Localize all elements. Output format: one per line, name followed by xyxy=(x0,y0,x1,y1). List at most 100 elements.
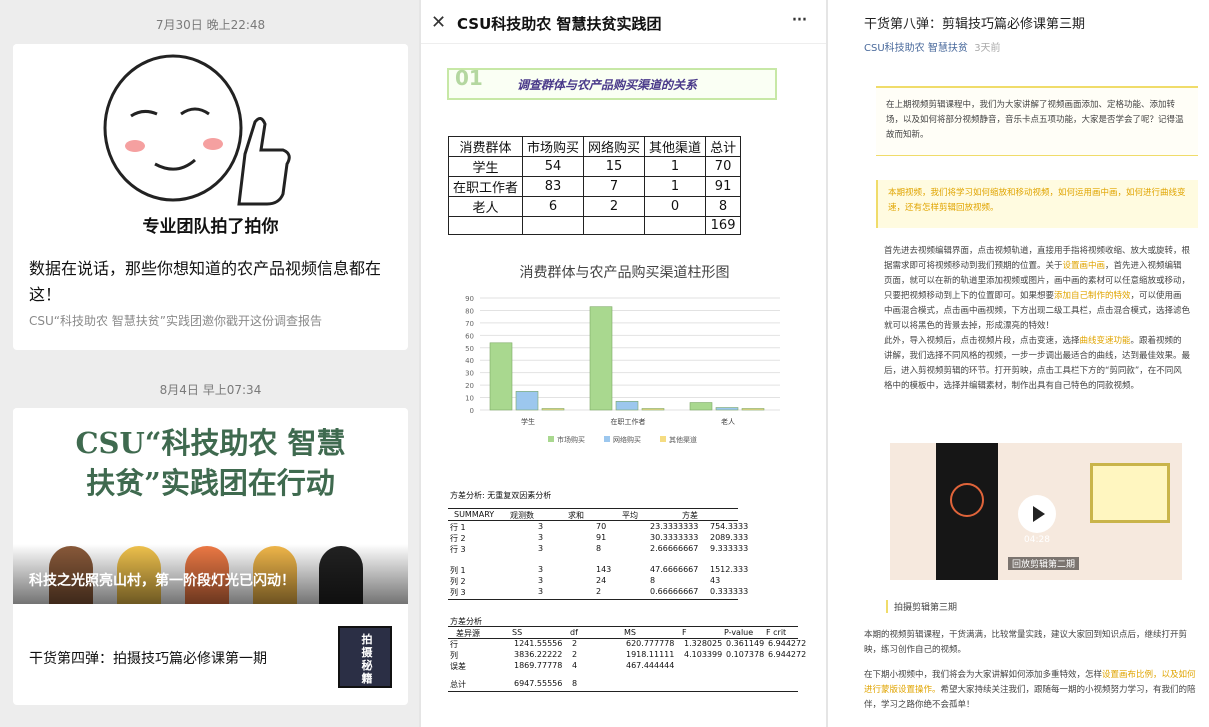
sheet-cell: 行 xyxy=(450,640,458,649)
sheet-cell: 3836.22222 xyxy=(514,650,563,659)
intro-box: 在上期视频剪辑课程中，我们为大家讲解了视频画面添加、定格功能、添加转场，以及如何… xyxy=(876,86,1198,156)
table-row: 169 xyxy=(447,216,742,235)
table-cell xyxy=(644,216,707,235)
sheet-cell: 2 xyxy=(572,650,578,659)
article-card-1[interactable]: 专业团队拍了拍你 数据在说话，那些你想知道的农产品视频信息都在这！ CSU“科技… xyxy=(13,44,408,350)
sheet-cell: 467.444444 xyxy=(626,661,675,670)
sheet-cell: 6947.55556 xyxy=(514,679,563,688)
table-cell: 169 xyxy=(705,216,742,235)
timestamp: 8月4日 早上07:34 xyxy=(159,383,262,397)
bar xyxy=(515,391,539,411)
sheet-cell: 2 xyxy=(572,639,578,648)
more-options-icon[interactable]: ··· xyxy=(791,8,808,33)
table-cell: 1 xyxy=(644,176,707,197)
sheet-cell: 23.3333333 xyxy=(650,522,699,531)
bar xyxy=(641,408,665,411)
article-meta: CSU科技助农 智慧扶贫 3天前 xyxy=(864,39,1001,54)
article-view-2: 干货第八弹：剪辑技巧篇必修课第三期 CSU科技助农 智慧扶贫 3天前 在上期视频… xyxy=(828,0,1209,727)
sheet-cell: 91 xyxy=(596,533,607,542)
table-header-row: 消费群体 市场购买 网络购买 其他渠道 总计 xyxy=(447,136,742,157)
paragraph-2: 此外，导入视频后，点击视频片段，点击变速，选择曲线变速功能。跟着视频的讲解，我们… xyxy=(884,334,1190,394)
article-list-item-title[interactable]: 干货第四弹：拍摄技巧篇必修课第一期 xyxy=(29,648,267,668)
chat-panel: 7月30日 晚上22:48 专业团队拍了拍你 数据在说话，那些你想知道的农产品视… xyxy=(0,0,421,727)
article-card-2[interactable]: CSU“科技助农 智慧 扶贫”实践团在行动 科技之光照亮山村，第一阶段灯光已闪动… xyxy=(13,408,408,705)
article-title: 干货第八弹：剪辑技巧篇必修课第三期 xyxy=(864,17,1086,32)
sheet-cell: 1869.77778 xyxy=(514,661,563,670)
section-tag: 拍摄剪辑第三期 xyxy=(886,600,957,613)
banner-line-1: CSU“科技助农 智慧 xyxy=(75,426,346,460)
timestamp: 7月30日 晚上22:48 xyxy=(155,18,266,32)
table-cell: 在职工作者 xyxy=(447,176,524,197)
banner-image[interactable]: CSU“科技助农 智慧 扶贫”实践团在行动 科技之光照亮山村，第一阶段灯光已闪动… xyxy=(13,408,408,604)
sheet-cell: 6.944272 xyxy=(768,650,807,659)
table-cell: 6 xyxy=(522,196,585,217)
y-tick-label: 80 xyxy=(465,307,474,315)
video-phone-preview xyxy=(936,443,998,580)
sheet-cell: 列 2 xyxy=(450,577,466,586)
article-title[interactable]: 数据在说话，那些你想知道的农产品视频信息都在这！ xyxy=(29,256,394,308)
table-cell: 70 xyxy=(705,156,742,177)
article-thumbnail[interactable]: 拍摄秘籍 xyxy=(338,626,392,688)
video-duration: 04:28 xyxy=(1024,535,1050,545)
sheet-cell: 1512.333 xyxy=(710,565,749,574)
sheet-cell: 列 1 xyxy=(450,566,466,575)
sheet-header: F xyxy=(682,628,687,637)
y-tick-label: 20 xyxy=(465,382,474,390)
sheet-cell: 9.333333 xyxy=(710,544,749,553)
sheet-header: F crit xyxy=(766,628,787,637)
legend-label: 市场购买 xyxy=(557,435,585,444)
table-cell: 54 xyxy=(522,156,585,177)
sheet-cell: 2 xyxy=(596,587,602,596)
article-view: ✕ CSU科技助农 智慧扶贫实践团 ··· 01 调查群体与农产品购买渠道的关系… xyxy=(421,0,828,727)
sheet-cell: 24 xyxy=(596,576,607,585)
sheet-cell: 8 xyxy=(572,679,578,688)
sheet-cell: 3 xyxy=(538,544,544,553)
sheet-cell: 0.361149 xyxy=(726,639,765,648)
legend-label: 其他渠道 xyxy=(669,435,697,444)
sheet-cell: 3 xyxy=(538,565,544,574)
legend-swatch xyxy=(604,436,610,442)
banner-line-2: 扶贫”实践团在行动 xyxy=(86,466,335,500)
y-tick-label: 0 xyxy=(470,407,474,415)
bar-chart: 消费群体与农产品购买渠道柱形图 0 10 20 30 40 50 60 70 80 90 学生 在职工… xyxy=(448,236,801,462)
table-cell: 83 xyxy=(522,176,585,197)
table-row: 老人 6 2 0 8 xyxy=(447,196,742,217)
sheet-cell: 行 3 xyxy=(450,545,466,554)
sheet-cell: 2089.333 xyxy=(710,533,749,542)
legend-label: 网络购买 xyxy=(613,435,641,444)
table-cell xyxy=(583,216,646,235)
legend-swatch xyxy=(548,436,554,442)
table-header: 网络购买 xyxy=(583,136,646,157)
table-cell xyxy=(447,216,524,235)
meme-caption: 专业团队拍了拍你 xyxy=(142,217,279,237)
y-tick-label: 10 xyxy=(465,395,474,403)
sheet-cell: 3 xyxy=(538,576,544,585)
y-tick-label: 30 xyxy=(465,370,474,378)
y-tick-label: 70 xyxy=(465,320,474,328)
sheet-cell: 4.103399 xyxy=(684,650,723,659)
highlight-box: 本期视频，我们将学习如何缩放和移动视频，如何运用画中画，如何进行曲线变速，还有怎… xyxy=(876,180,1198,228)
y-tick-label: 40 xyxy=(465,357,474,365)
sheet-cell: 0.107378 xyxy=(726,650,765,659)
section-title: 调查群体与农产品购买渠道的关系 xyxy=(517,78,698,92)
sheet-cell: 620.777778 xyxy=(626,639,675,648)
highlight-span: 设置画中画 xyxy=(1062,261,1106,271)
sheet-header: SS xyxy=(512,628,523,637)
highlight-span: 曲线变速功能 xyxy=(1079,336,1131,346)
paragraph-4: 在下期小视频中，我们将会为大家讲解如何添加多重特效，怎样设置画布比例，以及如何进… xyxy=(864,668,1200,713)
x-tick-label: 老人 xyxy=(721,417,735,426)
sheet-cell: 误差 xyxy=(450,662,466,671)
sheet-cell: 754.3333 xyxy=(710,522,749,531)
sheet-cell: 2.66666667 xyxy=(650,544,699,553)
sheet-cell: 4 xyxy=(572,661,578,670)
anova-sheet: 方差分析: 无重复双因素分析 SUMMARY 观测数 求和 平均 方差行 1 3 70 23.3… xyxy=(448,488,806,696)
video-player[interactable]: 04:28 回放剪辑第二期 xyxy=(890,443,1182,580)
sheet-cell: 3 xyxy=(538,533,544,542)
close-icon[interactable]: ✕ xyxy=(431,12,446,33)
table-header: 总计 xyxy=(705,136,742,157)
play-icon[interactable] xyxy=(1018,495,1056,533)
account-name[interactable]: CSU科技助农 智慧扶贫 xyxy=(864,43,968,54)
section-heading: 01 调查群体与农产品购买渠道的关系 xyxy=(447,66,777,100)
sheet-cell: 30.3333333 xyxy=(650,533,699,542)
sheet-cell: 3 xyxy=(538,522,544,531)
